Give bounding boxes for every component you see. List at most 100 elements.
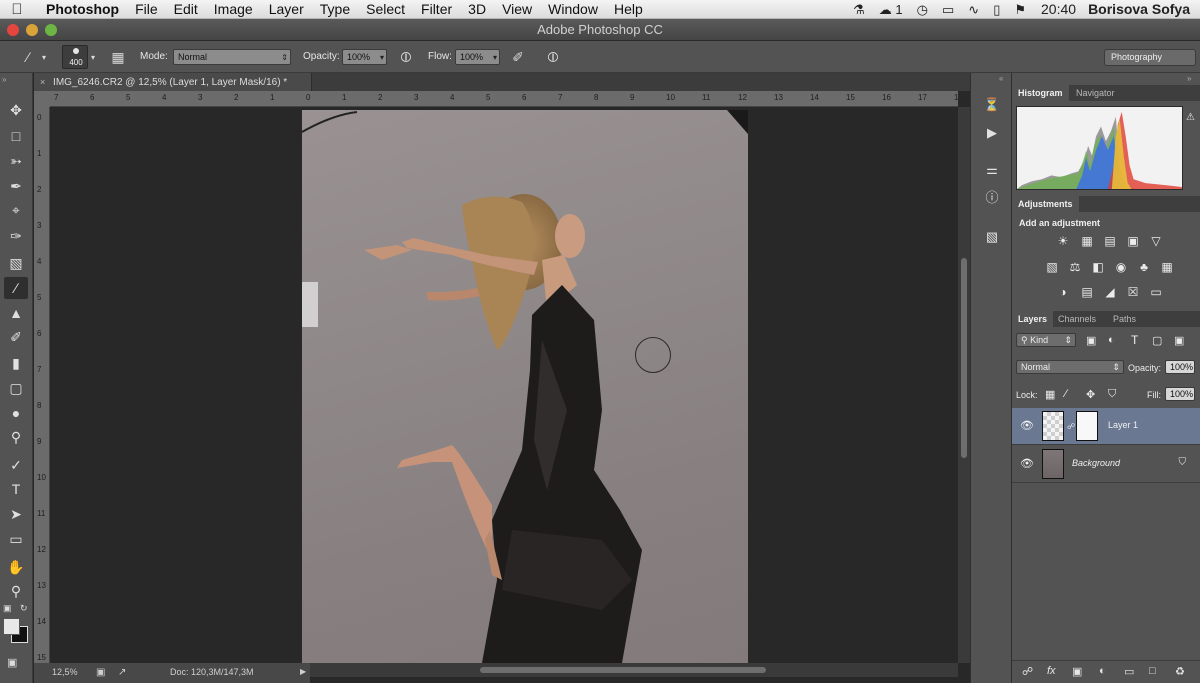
default-colors-icon[interactable]: ▣: [3, 603, 12, 614]
brush-tool-preset-icon[interactable]: ∕: [18, 47, 38, 67]
layer-row-layer-1[interactable]: 👁 ☍ Layer 1: [1012, 408, 1200, 445]
layer-style-icon[interactable]: fx: [1047, 665, 1056, 677]
minimize-window-icon[interactable]: [26, 24, 38, 36]
mode-select[interactable]: Normal ⇕: [173, 49, 291, 65]
smart-object-filter-icon[interactable]: ▣: [1174, 334, 1184, 347]
move-tool-icon[interactable]: ✥: [4, 99, 28, 121]
menu-edit[interactable]: Edit: [166, 0, 206, 19]
fill-field[interactable]: 100%: [1165, 387, 1195, 401]
shape-filter-icon[interactable]: ▢: [1152, 334, 1162, 347]
menu-view[interactable]: View: [494, 0, 540, 19]
brush-tool-icon[interactable]: ∕: [4, 277, 28, 299]
path-selection-tool-icon[interactable]: ➤: [4, 503, 28, 525]
clock[interactable]: 20:40: [1033, 0, 1084, 19]
levels-icon[interactable]: ▦: [1078, 233, 1096, 249]
zoom-tool-icon[interactable]: ⚲: [4, 580, 28, 602]
user-name[interactable]: Borisova Sofya: [1084, 0, 1200, 19]
tab-histogram[interactable]: Histogram: [1012, 85, 1069, 101]
menu-help[interactable]: Help: [606, 0, 651, 19]
quick-selection-tool-icon[interactable]: ✒: [4, 175, 28, 197]
foreground-color-swatch[interactable]: [3, 618, 20, 635]
delete-layer-icon[interactable]: ♻: [1175, 665, 1185, 678]
exposure-icon[interactable]: ▣: [1124, 233, 1142, 249]
adjustment-layer-icon[interactable]: ◐: [1099, 665, 1106, 677]
battery-icon[interactable]: ▯: [986, 0, 1007, 19]
pressure-opacity-icon[interactable]: ⦷: [396, 47, 416, 67]
flag-icon[interactable]: ⚑: [1007, 0, 1033, 19]
link-layers-icon[interactable]: ☍: [1022, 665, 1033, 678]
pixel-filter-icon[interactable]: ▣: [1086, 334, 1096, 347]
properties-panel-icon[interactable]: ⚌: [982, 160, 1002, 180]
horizontal-ruler[interactable]: 76543210123456789101112131415161718: [50, 91, 958, 107]
quick-mask-icon[interactable]: ▣: [7, 656, 17, 669]
brightness-contrast-icon[interactable]: ☀: [1054, 233, 1072, 249]
menu-3d[interactable]: 3D: [460, 0, 494, 19]
brush-size-picker[interactable]: 400: [62, 45, 88, 69]
selective-color-icon[interactable]: ☒: [1124, 284, 1142, 300]
photo-canvas[interactable]: [302, 110, 748, 663]
vertical-ruler[interactable]: 0 1 2 3 4 5 6 7 8 9 10 11 12 13 14 15: [34, 107, 50, 663]
add-mask-icon[interactable]: ▣: [1072, 665, 1082, 678]
pressure-size-icon[interactable]: ⦷: [543, 47, 563, 67]
vibrance-icon[interactable]: ▽: [1147, 233, 1165, 249]
wifi-icon[interactable]: ∿: [961, 0, 986, 19]
menu-image[interactable]: Image: [206, 0, 261, 19]
lock-position-icon[interactable]: ✥: [1086, 388, 1095, 401]
timeline-icon[interactable]: ▣: [96, 667, 105, 678]
brush-panel-toggle-icon[interactable]: ▦: [108, 47, 128, 67]
close-window-icon[interactable]: [7, 24, 19, 36]
menu-filter[interactable]: Filter: [413, 0, 460, 19]
opacity-field[interactable]: 100% ▾: [342, 49, 387, 65]
collapse-panels-icon[interactable]: »: [1187, 74, 1191, 83]
photo-filter-icon[interactable]: ◉: [1112, 259, 1130, 275]
apple-menu-icon[interactable]: : [0, 1, 34, 18]
invert-icon[interactable]: ◑: [1054, 284, 1072, 300]
type-tool-icon[interactable]: T: [4, 478, 28, 500]
type-filter-icon[interactable]: T: [1131, 333, 1138, 347]
display-icon[interactable]: ▭: [935, 0, 961, 19]
creative-cloud-icon[interactable]: ☁ 1: [872, 0, 910, 19]
tab-channels[interactable]: Channels: [1052, 311, 1102, 327]
brush-size-dropdown-icon[interactable]: ▾: [91, 53, 95, 62]
tab-adjustments[interactable]: Adjustments: [1012, 196, 1079, 212]
history-brush-tool-icon[interactable]: ✐: [4, 326, 28, 348]
time-machine-icon[interactable]: ◷: [910, 0, 935, 19]
channel-mixer-icon[interactable]: ♣: [1135, 259, 1153, 275]
pen-tool-icon[interactable]: ✓: [4, 454, 28, 476]
script-icon[interactable]: ⚗: [846, 0, 872, 19]
dodge-tool-icon[interactable]: ⚲: [4, 426, 28, 448]
layer-name[interactable]: Layer 1: [1108, 420, 1138, 430]
workspace-switcher[interactable]: Photography: [1104, 49, 1196, 66]
tab-navigator[interactable]: Navigator: [1070, 85, 1121, 101]
menu-window[interactable]: Window: [540, 0, 606, 19]
clone-source-panel-icon[interactable]: ▧: [982, 227, 1002, 247]
zoom-level[interactable]: 12,5%: [52, 667, 78, 677]
curves-icon[interactable]: ▤: [1101, 233, 1119, 249]
warning-icon[interactable]: ⚠: [1186, 112, 1195, 123]
color-lookup-icon[interactable]: ▦: [1158, 259, 1176, 275]
visibility-eye-icon[interactable]: 👁: [1020, 457, 1034, 470]
tab-paths[interactable]: Paths: [1107, 311, 1142, 327]
actions-panel-icon[interactable]: ▶: [982, 123, 1002, 143]
lock-all-icon[interactable]: ⛉: [1108, 388, 1116, 401]
menu-select[interactable]: Select: [358, 0, 413, 19]
menu-type[interactable]: Type: [312, 0, 358, 19]
share-icon[interactable]: ↗: [118, 667, 126, 678]
posterize-icon[interactable]: ▤: [1078, 284, 1096, 300]
threshold-icon[interactable]: ◢: [1101, 284, 1119, 300]
new-layer-icon[interactable]: □: [1149, 665, 1156, 677]
chevron-down-icon[interactable]: ▾: [42, 53, 46, 62]
color-balance-icon[interactable]: ⚖: [1066, 259, 1084, 275]
lock-image-icon[interactable]: ∕: [1065, 388, 1067, 400]
swap-colors-icon[interactable]: ↻: [20, 603, 28, 614]
link-icon[interactable]: ☍: [1067, 422, 1075, 431]
status-menu-arrow-icon[interactable]: ▶: [300, 667, 306, 676]
hand-tool-icon[interactable]: ✋: [4, 556, 28, 578]
menu-photoshop[interactable]: Photoshop: [34, 0, 127, 19]
flow-field[interactable]: 100% ▾: [455, 49, 500, 65]
marquee-tool-icon[interactable]: □: [4, 125, 28, 147]
blur-tool-icon[interactable]: ●: [4, 402, 28, 424]
lock-transparent-icon[interactable]: ▦: [1045, 388, 1055, 401]
layer-row-background[interactable]: 👁 Background ⛉: [1012, 446, 1200, 483]
clone-stamp-tool-icon[interactable]: ▲: [4, 302, 28, 324]
